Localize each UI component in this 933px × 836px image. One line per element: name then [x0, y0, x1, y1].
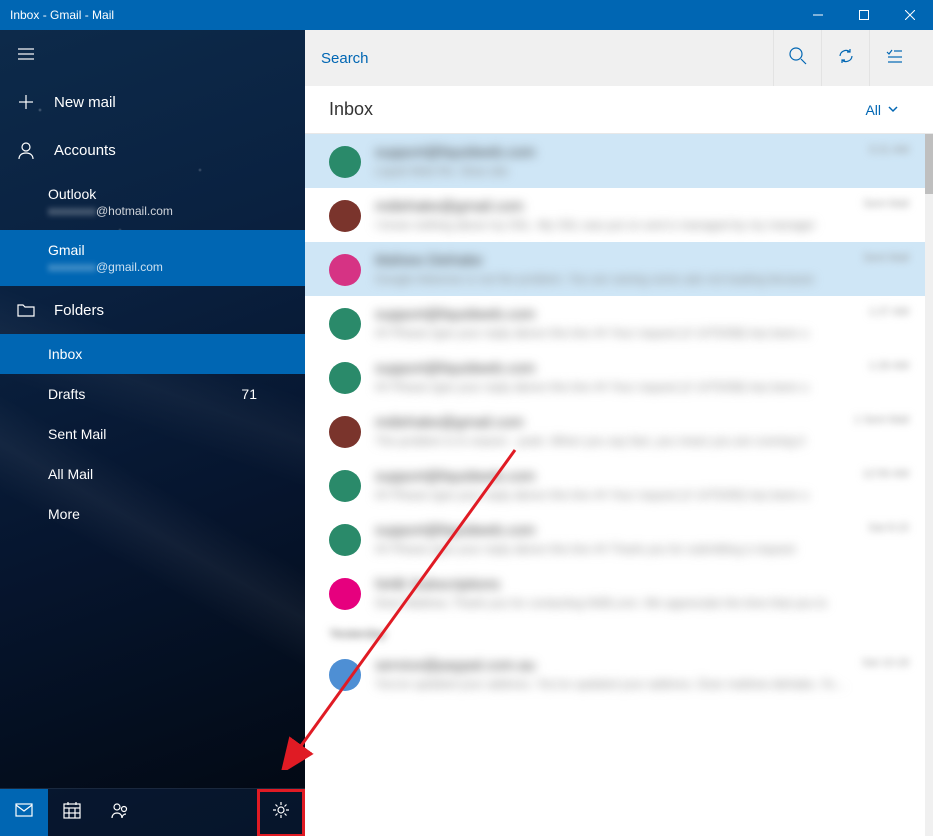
close-button[interactable] [887, 0, 933, 30]
account-email: xxxxxxxx@gmail.com [48, 260, 257, 274]
folder-label: All Mail [48, 466, 93, 482]
sync-button[interactable] [821, 30, 869, 86]
mail-app-button[interactable] [0, 789, 48, 836]
folder-label: Drafts [48, 386, 85, 402]
main-content: Inbox All support@liquidweb.comLiquid We… [305, 30, 933, 836]
avatar [329, 416, 361, 448]
account-item-gmail[interactable]: Gmail xxxxxxxx@gmail.com [0, 230, 305, 286]
mail-icon [14, 800, 34, 825]
settings-button[interactable] [257, 789, 305, 836]
folder-item-drafts[interactable]: Drafts 71 [0, 374, 305, 414]
message-item[interactable]: support@liquidweb.com## Please type your… [305, 512, 925, 566]
scrollbar[interactable] [925, 134, 933, 836]
avatar [329, 308, 361, 340]
avatar [329, 362, 361, 394]
menu-icon [16, 44, 40, 64]
search-input[interactable] [321, 50, 773, 67]
gear-icon [271, 800, 291, 825]
folder-item-more[interactable]: More [0, 494, 305, 534]
message-item[interactable]: mdiehake@gmail.comI know nothing about m… [305, 188, 925, 242]
folders-header[interactable]: Folders [0, 286, 305, 334]
scrollbar-thumb[interactable] [925, 134, 933, 194]
refresh-icon [836, 46, 856, 71]
message-item[interactable]: NAB SubscriptionsDear Mathew, Thank you … [305, 566, 925, 620]
inbox-header: Inbox All [305, 86, 933, 134]
message-list: support@liquidweb.comLiquid Web Re: Slow… [305, 134, 925, 836]
chevron-down-icon [887, 102, 899, 118]
inbox-title: Inbox [329, 99, 373, 120]
calendar-icon [62, 800, 82, 825]
folder-item-all[interactable]: All Mail [0, 454, 305, 494]
select-icon [884, 46, 904, 71]
new-mail-button[interactable]: New mail [0, 78, 305, 126]
folder-count: 71 [241, 386, 257, 402]
minimize-button[interactable] [795, 0, 841, 30]
people-icon [110, 800, 130, 825]
window-title: Inbox - Gmail - Mail [0, 8, 795, 22]
avatar [329, 146, 361, 178]
titlebar: Inbox - Gmail - Mail [0, 0, 933, 30]
folder-label: Sent Mail [48, 426, 106, 442]
message-item[interactable]: support@liquidweb.comLiquid Web Re: Slow… [305, 134, 925, 188]
folder-icon [16, 300, 40, 320]
accounts-label: Accounts [54, 142, 116, 159]
message-item[interactable]: mdiehake@gmail.comThe problem is in reas… [305, 404, 925, 458]
avatar [329, 578, 361, 610]
account-name: Gmail [48, 242, 257, 258]
folder-item-sent[interactable]: Sent Mail [0, 414, 305, 454]
calendar-app-button[interactable] [48, 789, 96, 836]
message-item[interactable]: service@paypal.com.auYou've updated your… [305, 647, 925, 701]
account-email: xxxxxxxx@hotmail.com [48, 204, 257, 218]
folder-label: More [48, 506, 80, 522]
sidebar-app-bar [0, 788, 305, 836]
plus-icon [16, 92, 40, 112]
search-icon [788, 46, 808, 71]
avatar [329, 659, 361, 691]
filter-label: All [865, 102, 881, 118]
hamburger-menu[interactable] [0, 30, 305, 78]
searchbar [305, 30, 933, 86]
account-name: Outlook [48, 186, 257, 202]
sidebar: New mail Accounts Outlook xxxxxxxx@hotma… [0, 30, 305, 836]
avatar [329, 524, 361, 556]
avatar [329, 470, 361, 502]
message-item[interactable]: support@liquidweb.com## Please type your… [305, 296, 925, 350]
search-button[interactable] [773, 30, 821, 86]
avatar [329, 200, 361, 232]
message-item[interactable]: Mahew DiehakeGoogle Adsense is not the p… [305, 242, 925, 296]
folder-item-inbox[interactable]: Inbox [0, 334, 305, 374]
section-header: Yesterday [305, 620, 925, 647]
folder-label: Inbox [48, 346, 82, 362]
selection-mode-button[interactable] [869, 30, 917, 86]
account-item-outlook[interactable]: Outlook xxxxxxxx@hotmail.com [0, 174, 305, 230]
folders-label: Folders [54, 302, 104, 319]
avatar [329, 254, 361, 286]
accounts-header[interactable]: Accounts [0, 126, 305, 174]
message-item[interactable]: support@liquidweb.com## Please type your… [305, 350, 925, 404]
message-item[interactable]: support@liquidweb.com## Please type your… [305, 458, 925, 512]
person-icon [16, 140, 40, 160]
maximize-button[interactable] [841, 0, 887, 30]
people-app-button[interactable] [96, 789, 144, 836]
new-mail-label: New mail [54, 94, 116, 111]
filter-button[interactable]: All [865, 102, 899, 118]
